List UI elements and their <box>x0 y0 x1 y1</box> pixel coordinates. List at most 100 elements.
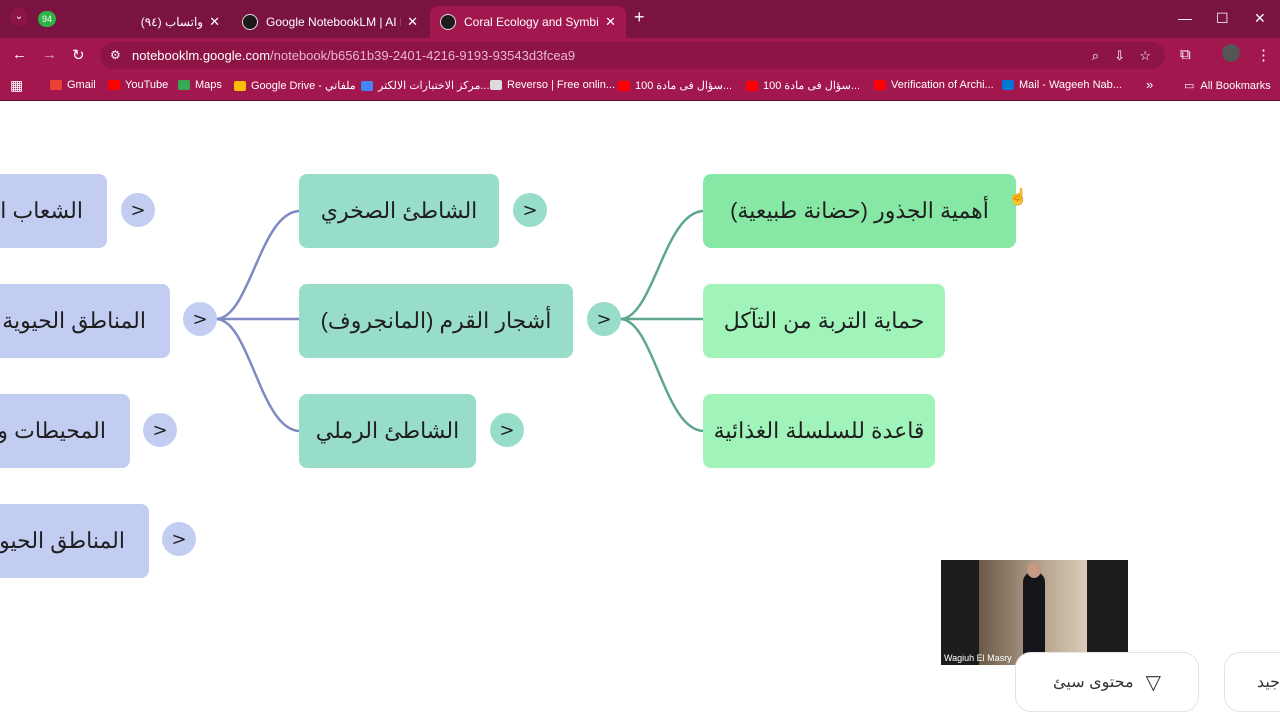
checkbox-icon <box>361 80 373 91</box>
link-mid-top <box>215 209 301 321</box>
link-mid-bottom <box>215 317 301 433</box>
node-label: الشعاب المرجانية <box>0 198 83 223</box>
more-bookmarks-chevron[interactable]: » <box>1146 77 1153 92</box>
tab-search-chevron-icon[interactable]: ⌄ <box>10 8 28 26</box>
video-call-thumbnail[interactable]: Wagiuh El Masry <box>941 560 1128 665</box>
maximize-icon[interactable]: ☐ <box>1216 10 1229 27</box>
bookmark-drive[interactable]: Google Drive - ملفاتي <box>234 79 356 92</box>
bookmark-mail[interactable]: Mail - Wageeh Nab... <box>1002 79 1122 91</box>
bookmark-label: Maps <box>195 79 222 91</box>
youtube-icon <box>874 80 886 90</box>
tab-title: Coral Ecology and Symbiosis Ac <box>464 15 599 29</box>
menu-kebab-icon[interactable]: ⋮ <box>1256 46 1271 64</box>
mindmap-node-roots-importance[interactable]: أهمية الجذور (حضانة طبيعية) <box>703 174 1016 248</box>
folder-icon: ▭ <box>1184 80 1195 92</box>
node-label: قاعدة للسلسلة الغذائية <box>713 418 925 443</box>
tab-count-badge: 94 <box>38 11 56 27</box>
url-host: notebooklm.google.com <box>132 48 271 63</box>
youtube-icon <box>108 80 120 90</box>
bookmark-label: YouTube <box>125 79 169 91</box>
install-app-icon[interactable]: ⇩ <box>1114 42 1125 69</box>
collapse-toggle-button[interactable]: > <box>587 302 621 336</box>
mindmap-node-oceans[interactable]: المحيطات والبحار <box>0 394 130 468</box>
link-right-top <box>619 209 705 321</box>
new-tab-button[interactable]: + <box>634 7 645 28</box>
bookmark-youtube[interactable]: YouTube <box>108 79 168 91</box>
participant-name: Wagiuh El Masry <box>944 653 1012 663</box>
bookmark-exams[interactable]: مركز الاختبارات الالكتر... <box>361 79 490 92</box>
site-info-icon[interactable]: ⚙ <box>110 42 121 69</box>
bookmark-label: Google Drive - ملفاتي <box>251 80 356 92</box>
feedback-label: محتوى سيئ <box>1053 674 1134 691</box>
bookmark-label: Gmail <box>67 79 96 91</box>
feedback-label: محتوى جيد <box>1256 674 1280 691</box>
expand-toggle-button[interactable]: > <box>121 193 155 227</box>
bookmark-gmail[interactable]: Gmail <box>50 79 96 91</box>
expand-toggle-button[interactable]: > <box>143 413 177 447</box>
node-label: المحيطات والبحار <box>0 418 106 443</box>
tab-close-icon[interactable]: ✕ <box>605 14 616 30</box>
good-content-button[interactable]: محتوى جيد <box>1224 652 1280 712</box>
bookmarks-bar: ▦ Gmail YouTube Maps Google Drive - ملفا… <box>0 72 1280 101</box>
bookmark-label: مركز الاختبارات الالكتر... <box>378 80 490 92</box>
tab-notebooklm[interactable]: Google NotebookLM | AI Research ✕ <box>232 6 428 38</box>
tab-strip: ⌄ 94 (٩٤) واتساب ✕ Google NotebookLM | A… <box>0 0 1280 38</box>
bookmark-youtube-video[interactable]: 100 سؤال فى مادة... <box>618 79 732 92</box>
mouse-pointer-icon: ☝ <box>1008 189 1028 206</box>
extensions-icon[interactable]: ⧉ <box>1180 46 1191 63</box>
apps-grid-icon[interactable]: ▦ <box>10 77 23 94</box>
bookmark-maps[interactable]: Maps <box>178 79 222 91</box>
mindmap-node-rocky-shore[interactable]: الشاطئ الصخري <box>299 174 499 248</box>
address-bar[interactable]: ⚙ notebooklm.google.com/notebook/b6561b3… <box>100 42 1165 69</box>
minimize-icon[interactable]: — <box>1178 10 1192 26</box>
tab-close-icon[interactable]: ✕ <box>209 14 220 30</box>
bad-content-button[interactable]: ▽ محتوى سيئ <box>1015 652 1199 712</box>
mindmap-node-sandy-shore[interactable]: الشاطئ الرملي <box>299 394 476 468</box>
bookmark-label: Verification of Archi... <box>891 79 994 91</box>
reverso-icon <box>490 80 502 90</box>
bookmark-reverso[interactable]: Reverso | Free onlin... <box>490 79 615 91</box>
node-label: حماية التربة من التآكل <box>723 308 925 333</box>
bookmark-label: Mail - Wageeh Nab... <box>1019 79 1122 91</box>
profile-avatar[interactable] <box>1222 44 1240 62</box>
node-label: المناطق الحيوية <box>0 528 125 553</box>
bookmark-label: Reverso | Free onlin... <box>507 79 616 91</box>
tab-coral-ecology[interactable]: Coral Ecology and Symbiosis Ac ✕ <box>430 6 626 38</box>
close-window-icon[interactable]: ✕ <box>1254 10 1266 27</box>
tab-whatsapp[interactable]: (٩٤) واتساب ✕ <box>60 6 230 38</box>
node-label: الشاطئ الرملي <box>315 418 460 443</box>
bookmark-verification[interactable]: Verification of Archi... <box>874 79 994 91</box>
collapse-toggle-button[interactable]: > <box>183 302 217 336</box>
bookmark-youtube-video[interactable]: 100 سؤال فى مادة... <box>746 79 860 92</box>
reload-icon[interactable]: ↻ <box>72 46 85 64</box>
mindmap-node-biozones[interactable]: المناطق الحيوية <box>0 284 170 358</box>
mindmap-node-biozones-2[interactable]: المناطق الحيوية <box>0 504 149 578</box>
expand-toggle-button[interactable]: > <box>162 522 196 556</box>
mindmap-node-coral-reefs[interactable]: الشعاب المرجانية <box>0 174 107 248</box>
browser-toolbar: ← → ↻ ⚙ notebooklm.google.com/notebook/b… <box>0 38 1280 72</box>
video-person <box>1023 572 1045 662</box>
node-label: أشجار القرم (المانجروف) <box>320 308 552 333</box>
youtube-icon <box>746 80 758 91</box>
tab-title: Google NotebookLM | AI Research <box>266 15 401 29</box>
bookmark-label: 100 سؤال فى مادة... <box>763 80 860 92</box>
mindmap-node-food-chain[interactable]: قاعدة للسلسلة الغذائية <box>703 394 935 468</box>
node-label: المناطق الحيوية <box>2 308 146 333</box>
gmail-icon <box>50 80 62 90</box>
mindmap-node-mangroves[interactable]: أشجار القرم (المانجروف) <box>299 284 573 358</box>
tab-title: (٩٤) واتساب <box>140 15 204 29</box>
forward-arrow-icon[interactable]: → <box>42 46 57 63</box>
video-person-head <box>1027 562 1041 578</box>
bookmark-star-icon[interactable]: ☆ <box>1139 42 1151 69</box>
expand-toggle-button[interactable]: > <box>513 193 547 227</box>
tab-close-icon[interactable]: ✕ <box>407 14 418 30</box>
bookmark-label: 100 سؤال فى مادة... <box>635 80 732 92</box>
notebooklm-favicon-icon <box>440 14 456 30</box>
mindmap-node-soil-protection[interactable]: حماية التربة من التآكل <box>703 284 945 358</box>
expand-toggle-button[interactable]: > <box>490 413 524 447</box>
back-arrow-icon[interactable]: ← <box>12 46 27 63</box>
thumbs-down-icon: ▽ <box>1145 671 1161 694</box>
zoom-icon[interactable]: ⌕ <box>1092 42 1099 69</box>
bookmark-label: All Bookmarks <box>1200 79 1271 92</box>
all-bookmarks-folder[interactable]: ▭ All Bookmarks <box>1184 79 1271 93</box>
